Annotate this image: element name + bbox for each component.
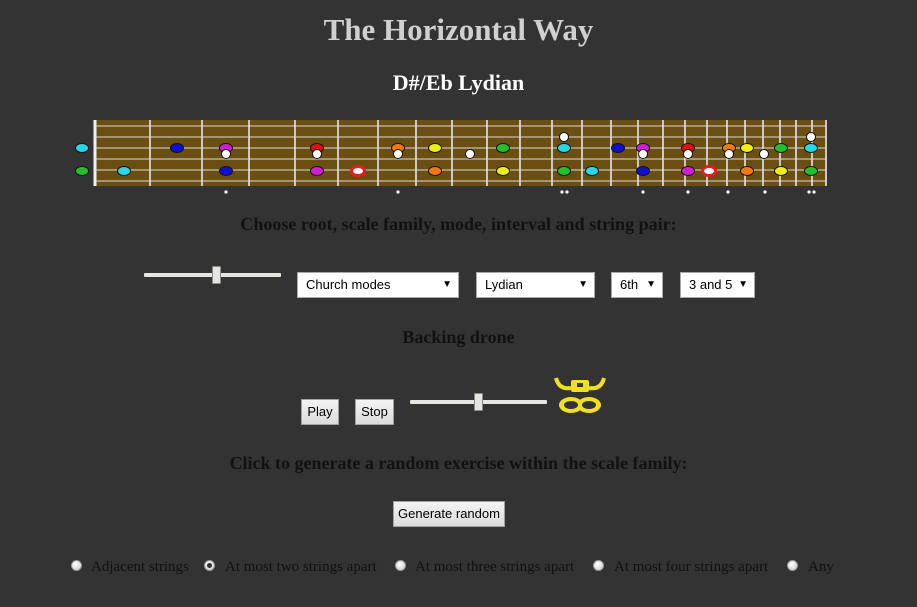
scale-family-value: Church modes — [306, 277, 391, 292]
note-dot-cyan[interactable] — [75, 143, 89, 153]
note-dot-white[interactable] — [806, 132, 816, 142]
note-dot-yellow[interactable] — [496, 166, 510, 176]
note-dot-blue[interactable] — [611, 143, 625, 153]
scale-name: D#/Eb Lydian — [392, 70, 525, 95]
radio-label-four-apart: At most four strings apart — [614, 559, 769, 575]
note-dot-white[interactable] — [465, 149, 475, 159]
inlay-marker — [565, 190, 569, 194]
radio-label-any: Any — [808, 559, 834, 575]
radio-two-strings-apart[interactable] — [204, 560, 215, 571]
note-dot-cyan[interactable] — [585, 166, 599, 176]
note-dot-green[interactable] — [774, 143, 788, 153]
note-dot-green[interactable] — [496, 143, 510, 153]
note-dot-white[interactable] — [221, 149, 231, 159]
radio-four-strings-apart[interactable] — [593, 560, 604, 571]
note-dot-yellow[interactable] — [428, 143, 442, 153]
note-dot-magenta[interactable] — [310, 166, 324, 176]
radio-adjacent-strings[interactable] — [71, 560, 82, 571]
note-dot-white[interactable] — [559, 132, 569, 142]
scale-family-select[interactable]: Church modes ▼ — [297, 272, 459, 298]
root-slider-thumb[interactable] — [212, 266, 221, 284]
note-dot-white[interactable] — [312, 149, 322, 159]
note-dot-white[interactable] — [724, 149, 734, 159]
interval-select[interactable]: 6th ▼ — [611, 272, 663, 298]
stop-button[interactable]: Stop — [355, 399, 394, 425]
string-distance-options: Adjacent strings At most two strings apa… — [0, 558, 917, 578]
horned-helmet-icon — [554, 377, 606, 413]
note-dot-green[interactable] — [557, 166, 571, 176]
inlay-marker — [686, 190, 690, 194]
string-pair-value: 3 and 5 — [689, 277, 733, 292]
note-dot-red_root[interactable] — [701, 165, 717, 177]
inlay-marker — [641, 190, 645, 194]
inlay-marker — [560, 190, 564, 194]
note-dot-cyan[interactable] — [117, 166, 131, 176]
random-heading: Click to generate a random exercise with… — [229, 453, 688, 473]
note-dot-yellow[interactable] — [774, 166, 788, 176]
note-dot-cyan[interactable] — [804, 143, 818, 153]
chevron-down-icon: ▼ — [738, 279, 748, 290]
note-dot-green[interactable] — [75, 166, 89, 176]
note-dot-orange[interactable] — [428, 166, 442, 176]
note-dot-blue[interactable] — [636, 166, 650, 176]
radio-any[interactable] — [787, 560, 798, 571]
radio-label-two-apart: At most two strings apart — [225, 559, 377, 575]
note-dot-red_root[interactable] — [350, 165, 366, 177]
note-dot-blue[interactable] — [170, 143, 184, 153]
note-dot-magenta[interactable] — [681, 166, 695, 176]
controls-heading: Choose root, scale family, mode, interva… — [240, 214, 677, 234]
string-pair-select[interactable]: 3 and 5 ▼ — [680, 272, 755, 298]
fretboard-wood — [95, 120, 826, 186]
chevron-down-icon: ▼ — [646, 279, 656, 290]
interval-value: 6th — [620, 277, 639, 292]
note-dot-white[interactable] — [759, 149, 769, 159]
page-title: The Horizontal Way — [323, 12, 594, 47]
drone-heading: Backing drone — [402, 327, 515, 347]
volume-slider-thumb[interactable] — [474, 393, 483, 411]
note-dot-orange[interactable] — [740, 166, 754, 176]
drone-volume-slider[interactable] — [410, 393, 547, 411]
radio-three-strings-apart[interactable] — [395, 560, 406, 571]
radio-label-three-apart: At most three strings apart — [415, 559, 575, 575]
inlay-marker — [726, 190, 730, 194]
mode-select[interactable]: Lydian ▼ — [476, 272, 595, 298]
note-dot-white[interactable] — [638, 149, 648, 159]
inlay-marker — [807, 190, 811, 194]
radio-label-adjacent: Adjacent strings — [91, 559, 189, 575]
play-button[interactable]: Play — [301, 399, 339, 425]
root-slider[interactable] — [144, 266, 281, 284]
note-dot-cyan[interactable] — [557, 143, 571, 153]
inlay-marker — [763, 190, 767, 194]
inlay-marker — [396, 190, 400, 194]
note-dot-white[interactable] — [393, 149, 403, 159]
fretboard[interactable] — [0, 110, 917, 200]
note-dot-green[interactable] — [804, 166, 818, 176]
mode-value: Lydian — [485, 277, 523, 292]
chevron-down-icon: ▼ — [442, 279, 452, 290]
note-dot-yellow[interactable] — [740, 143, 754, 153]
chevron-down-icon: ▼ — [578, 279, 588, 290]
note-dot-white[interactable] — [683, 149, 693, 159]
inlay-marker — [224, 190, 228, 194]
inlay-marker — [812, 190, 816, 194]
generate-random-button[interactable]: Generate random — [393, 501, 505, 527]
note-dot-blue[interactable] — [219, 166, 233, 176]
